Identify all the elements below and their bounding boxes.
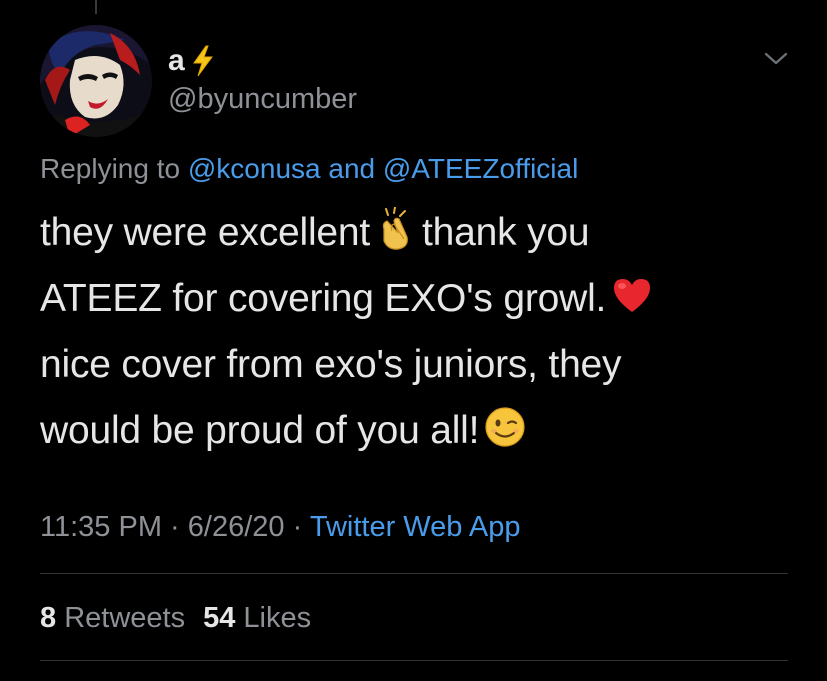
- retweets-label: Retweets: [64, 602, 186, 634]
- meta-separator: ·: [292, 511, 303, 543]
- clapping-hands-icon: [374, 207, 418, 251]
- retweets-count: 8: [40, 602, 57, 634]
- lightning-bolt-icon: [189, 45, 217, 77]
- tweet-text-part: thank you: [422, 211, 590, 254]
- winking-face-icon: [483, 405, 527, 449]
- tweet-source-link[interactable]: Twitter Web App: [310, 511, 521, 543]
- replying-to-line: Replying to @kconusa and @ATEEZofficial: [40, 152, 578, 186]
- replying-to-label: Replying to: [40, 153, 181, 184]
- likes-count: 54: [203, 602, 236, 634]
- mention-link-ateezofficial[interactable]: @ATEEZofficial: [383, 153, 578, 184]
- thread-connector-line: [95, 0, 97, 14]
- mention-conjunction: and: [328, 153, 376, 184]
- tweet-line-3: nice cover from exo's juniors, they: [40, 343, 622, 386]
- avatar[interactable]: [40, 25, 152, 137]
- tweet-text-part: ATEEZ for covering EXO's growl.: [40, 277, 607, 320]
- retweets-stat[interactable]: 8 Retweets: [40, 602, 185, 634]
- red-heart-icon: [610, 273, 654, 317]
- mention-link-kconusa[interactable]: @kconusa: [188, 153, 321, 184]
- likes-label: Likes: [243, 602, 312, 634]
- tweet-line-2: ATEEZ for covering EXO's growl.: [40, 266, 800, 332]
- tweet-text-part: would be proud of you all!: [40, 409, 480, 452]
- tweet-date[interactable]: 6/26/20: [188, 511, 285, 543]
- divider: [40, 573, 788, 574]
- meta-separator: ·: [170, 511, 180, 543]
- display-name-row[interactable]: a: [168, 44, 217, 78]
- chevron-down-icon[interactable]: [762, 48, 790, 70]
- tweet-text-part: they were excellent: [40, 211, 371, 254]
- display-name[interactable]: a: [168, 44, 185, 78]
- user-handle[interactable]: @byuncumber: [168, 82, 357, 116]
- likes-stat[interactable]: 54 Likes: [203, 602, 311, 634]
- tweet-meta: 11:35 PM · 6/26/20 · Twitter Web App: [40, 510, 520, 544]
- tweet-line-1: they were excellent thank you: [40, 200, 800, 266]
- tweet-text: they were excellent thank you ATEEZ for …: [40, 200, 800, 464]
- divider: [40, 660, 788, 661]
- tweet-time[interactable]: 11:35 PM: [40, 511, 162, 543]
- tweet-line-4: would be proud of you all!: [40, 398, 800, 464]
- tweet-stats: 8 Retweets 54 Likes: [40, 601, 311, 635]
- tweet-detail-screen: a @byuncumber Replying to @kconusa and @…: [0, 0, 827, 681]
